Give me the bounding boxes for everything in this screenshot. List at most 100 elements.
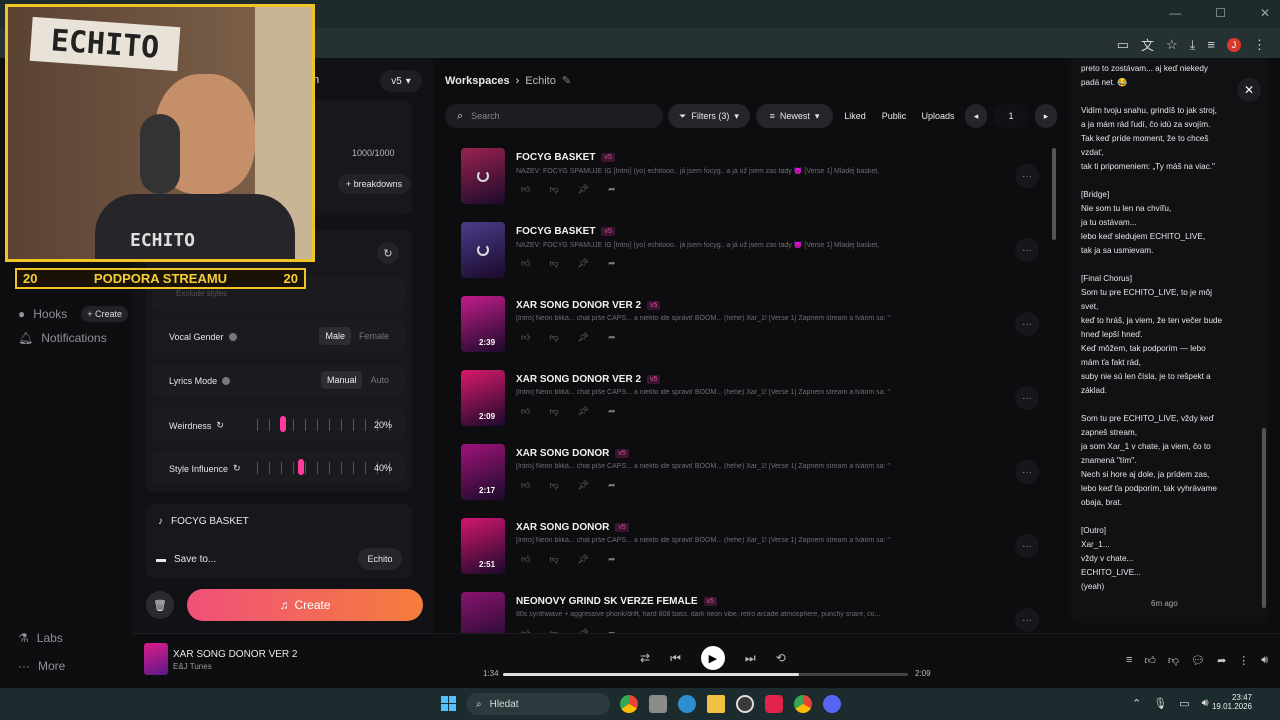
song-title[interactable]: XAR SONG DONOR v5 <box>516 448 629 459</box>
song-row[interactable]: 2:51 XAR SONG DONOR v5 [Intro] Neón bliká..… <box>461 518 1061 592</box>
library-scrollbar[interactable] <box>1052 148 1056 240</box>
page-number-input[interactable]: 1 <box>993 104 1029 128</box>
pin-icon[interactable]: 📌︎ <box>578 258 589 269</box>
song-row[interactable]: 2:39 XAR SONG DONOR VER 2 v5 [Intro] Neón b… <box>461 296 1061 370</box>
workspace-select[interactable]: Echito <box>358 548 402 570</box>
reset-icon[interactable]: ↻ <box>233 463 241 474</box>
song-cover[interactable] <box>461 222 505 278</box>
lyrics-mode-toggle[interactable]: Manual Auto <box>320 371 395 389</box>
close-window-button[interactable]: ✕ <box>1260 6 1270 20</box>
maximize-button[interactable]: ☐ <box>1215 6 1226 20</box>
share-icon[interactable]: ➦ <box>1217 654 1226 667</box>
clock[interactable]: 23:47 19.01.2026 <box>1210 693 1252 711</box>
share-icon[interactable]: ➦ <box>608 184 616 195</box>
profile-avatar[interactable]: J <box>1227 37 1241 52</box>
filters-button[interactable]: ⏷ Filters (3) ▾ <box>668 104 750 128</box>
thumbs-down-icon[interactable]: 👎︎ <box>1168 654 1179 667</box>
song-more-button[interactable]: ··· <box>1015 238 1039 262</box>
song-title[interactable]: FOCYG BASKET v5 <box>516 152 615 163</box>
thumbs-down-icon[interactable]: 👎︎ <box>549 480 558 491</box>
pencil-icon[interactable]: ✎ <box>562 74 571 87</box>
share-icon[interactable]: ➦ <box>608 406 616 417</box>
song-more-button[interactable]: ··· <box>1015 534 1039 558</box>
song-more-button[interactable]: ··· <box>1015 608 1039 632</box>
share-icon[interactable]: ➦ <box>608 258 616 269</box>
song-title[interactable]: XAR SONG DONOR v5 <box>516 522 629 533</box>
female-option[interactable]: Female <box>353 327 395 345</box>
song-more-button[interactable]: ··· <box>1015 164 1039 188</box>
pin-icon[interactable]: 📌︎ <box>578 332 589 343</box>
download-icon[interactable]: ⤓ <box>1190 37 1196 53</box>
song-title-field[interactable]: ♪ FOCYG BASKET <box>158 516 249 527</box>
previous-icon[interactable]: ⏮︎ <box>670 651 681 666</box>
lyrics-scrollbar[interactable] <box>1262 428 1266 608</box>
now-playing-cover[interactable] <box>144 643 168 675</box>
pin-icon[interactable]: 📌︎ <box>578 480 589 491</box>
thumbs-down-icon[interactable]: 👎︎ <box>549 184 558 195</box>
thumbs-up-icon[interactable]: 👍︎ <box>521 332 530 343</box>
song-title[interactable]: NEONOVY GRIND SK VERZE FEMALE v5 <box>516 596 717 607</box>
auto-option[interactable]: Auto <box>364 371 395 389</box>
style-influence-knob[interactable] <box>297 459 304 475</box>
song-cover[interactable]: 2:39 <box>461 296 505 352</box>
edge-app-icon[interactable] <box>678 695 696 713</box>
bookmark-star-icon[interactable]: ☆ <box>1166 37 1178 53</box>
chrome-profile-app-icon[interactable] <box>794 695 812 713</box>
breadcrumb-root[interactable]: Workspaces <box>445 75 510 87</box>
thumbs-up-icon[interactable]: 👍︎ <box>521 184 530 195</box>
song-row[interactable]: 2:17 XAR SONG DONOR v5 [Intro] Neón bliká..… <box>461 444 1061 518</box>
thumbs-down-icon[interactable]: 👎︎ <box>549 258 558 269</box>
liked-filter[interactable]: Liked <box>839 104 871 128</box>
microphone-icon[interactable]: 🎙︎ <box>1153 697 1167 710</box>
song-more-button[interactable]: ··· <box>1015 312 1039 336</box>
thumbs-down-icon[interactable]: 👎︎ <box>549 406 558 417</box>
play-button[interactable]: ▶ <box>700 646 725 670</box>
breakdowns-button[interactable]: + breakdowns <box>338 174 410 194</box>
tray-chevron-icon[interactable]: ⌃ <box>1132 697 1141 710</box>
thumbs-up-icon[interactable]: 👍︎ <box>521 406 530 417</box>
song-more-button[interactable]: ··· <box>1015 386 1039 410</box>
store-app-icon[interactable] <box>649 695 667 713</box>
translate-icon[interactable]: 文 <box>1141 35 1154 54</box>
nav-more[interactable]: ··· More <box>18 659 65 673</box>
song-cover[interactable]: 2:51 <box>461 518 505 574</box>
close-icon[interactable]: ✕ <box>1237 78 1261 102</box>
nav-labs[interactable]: ⚗ Labs <box>18 631 63 645</box>
pin-icon[interactable]: 📌︎ <box>578 184 589 195</box>
speaker-icon[interactable]: 🔊︎ <box>1202 697 1209 710</box>
shuffle-icon[interactable]: ⇄ <box>640 651 650 665</box>
male-option[interactable]: Male <box>319 327 351 345</box>
song-title[interactable]: XAR SONG DONOR VER 2 v5 <box>516 300 661 311</box>
song-cover[interactable]: 2:09 <box>461 370 505 426</box>
next-icon[interactable]: ⏭︎ <box>745 651 756 666</box>
song-row[interactable]: 2:09 XAR SONG DONOR VER 2 v5 [Intro] Neón b… <box>461 370 1061 444</box>
song-cover[interactable]: 2:17 <box>461 444 505 500</box>
thumbs-up-icon[interactable]: 👍︎ <box>521 258 530 269</box>
song-row[interactable]: FOCYG BASKET v5 NAZEV: FOCYG SPAMUJE IG [I… <box>461 148 1061 222</box>
next-page-button[interactable]: ▸ <box>1035 104 1057 128</box>
version-select[interactable]: v5 ▾ <box>380 70 422 92</box>
tiktok-app-icon[interactable] <box>765 695 783 713</box>
chrome-app-icon[interactable] <box>620 695 638 713</box>
progress-track[interactable] <box>503 673 908 676</box>
cast-icon[interactable]: ▭ <box>1117 37 1129 53</box>
song-row[interactable]: FOCYG BASKET v5 NAZEV: FOCYG SPAMUJE IG [I… <box>461 222 1061 296</box>
share-icon[interactable]: ➦ <box>608 480 616 491</box>
trash-icon[interactable]: 🗑︎ <box>146 591 174 619</box>
uploads-filter[interactable]: Uploads <box>917 104 959 128</box>
sort-button[interactable]: ≡ Newest ▾ <box>756 104 833 128</box>
more-icon[interactable]: ⋮ <box>1238 654 1249 667</box>
create-button[interactable]: ♫ Create <box>187 589 423 621</box>
nav-notifications[interactable]: 🔔︎ Notifications <box>18 331 107 345</box>
nav-hooks[interactable]: ● Hooks + Create <box>18 306 129 322</box>
pin-icon[interactable]: 📌︎ <box>578 554 589 565</box>
search-input[interactable]: ⌕ Search <box>445 104 663 128</box>
windows-start-icon[interactable] <box>441 696 456 711</box>
pin-icon[interactable]: 📌︎ <box>578 406 589 417</box>
now-playing-title[interactable]: XAR SONG DONOR VER 2 <box>173 649 297 660</box>
public-filter[interactable]: Public <box>877 104 911 128</box>
thumbs-up-icon[interactable]: 👍︎ <box>521 554 530 565</box>
song-title[interactable]: XAR SONG DONOR VER 2 v5 <box>516 374 661 385</box>
queue-icon[interactable]: ≡ <box>1126 654 1132 667</box>
manual-option[interactable]: Manual <box>320 371 363 389</box>
